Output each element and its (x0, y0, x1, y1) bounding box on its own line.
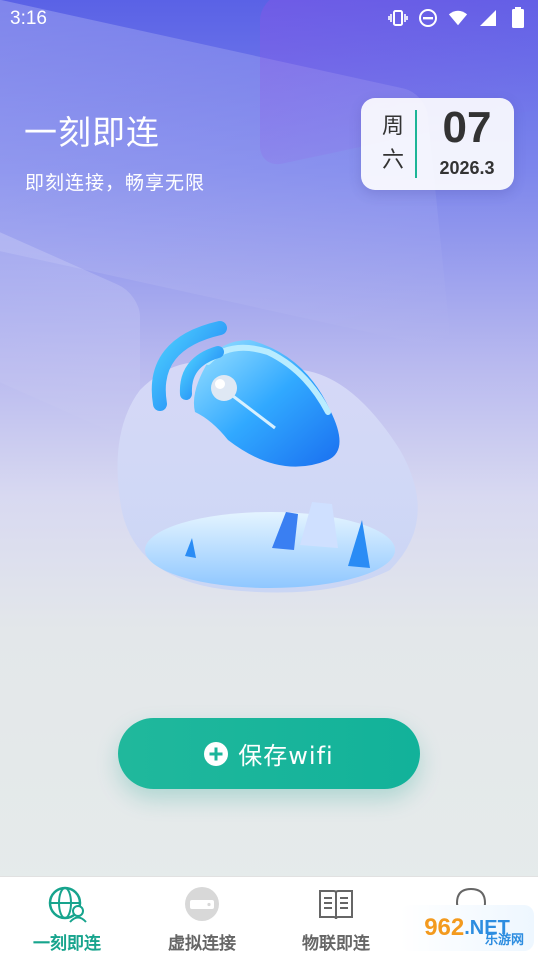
wifi-icon (448, 8, 468, 28)
date-card: 周 六 07 2026.3 (361, 98, 514, 190)
date-year-month: 2026.3 (439, 158, 495, 178)
status-bar: 3:16 (0, 0, 538, 38)
tab-iot-connect[interactable]: 物联即连 (276, 877, 396, 956)
vibrate-icon (388, 8, 408, 28)
signal-icon (478, 8, 498, 28)
date-divider (415, 110, 417, 178)
save-wifi-label: 保存wifi (238, 742, 334, 770)
battery-icon (508, 7, 528, 28)
book-icon (316, 885, 356, 923)
satellite-dish-illustration (100, 300, 440, 620)
weekday-line: 周 (381, 114, 404, 139)
globe-user-icon (47, 885, 87, 923)
page-subtitle: 即刻连接，畅享无限 (25, 172, 206, 194)
status-time: 3:16 (10, 8, 47, 29)
weekday-line: 六 (381, 148, 404, 173)
app-screen: 3:16 一刻即连 即刻连接，畅享无限 周 六 07 2026.3 保存wifi… (0, 0, 538, 956)
tab-label: 一刻即连 (33, 934, 101, 954)
dnd-icon (418, 8, 438, 28)
plus-icon (204, 741, 229, 766)
watermark-sub: 乐游网 (484, 933, 524, 948)
site-watermark: 962 .NET 乐游网 (400, 905, 534, 951)
weekday: 周 六 (381, 110, 405, 178)
tab-virtual-connect[interactable]: 虚拟连接 (142, 877, 262, 956)
tab-connect[interactable]: 一刻即连 (7, 877, 127, 956)
watermark-logo: 962 (424, 914, 465, 941)
router-icon (182, 885, 222, 923)
date-day: 07 (442, 103, 492, 152)
tab-label: 虚拟连接 (168, 934, 236, 954)
tab-label: 物联即连 (302, 934, 370, 954)
page-title: 一刻即连 (24, 113, 160, 152)
save-wifi-button[interactable]: 保存wifi (118, 718, 420, 789)
